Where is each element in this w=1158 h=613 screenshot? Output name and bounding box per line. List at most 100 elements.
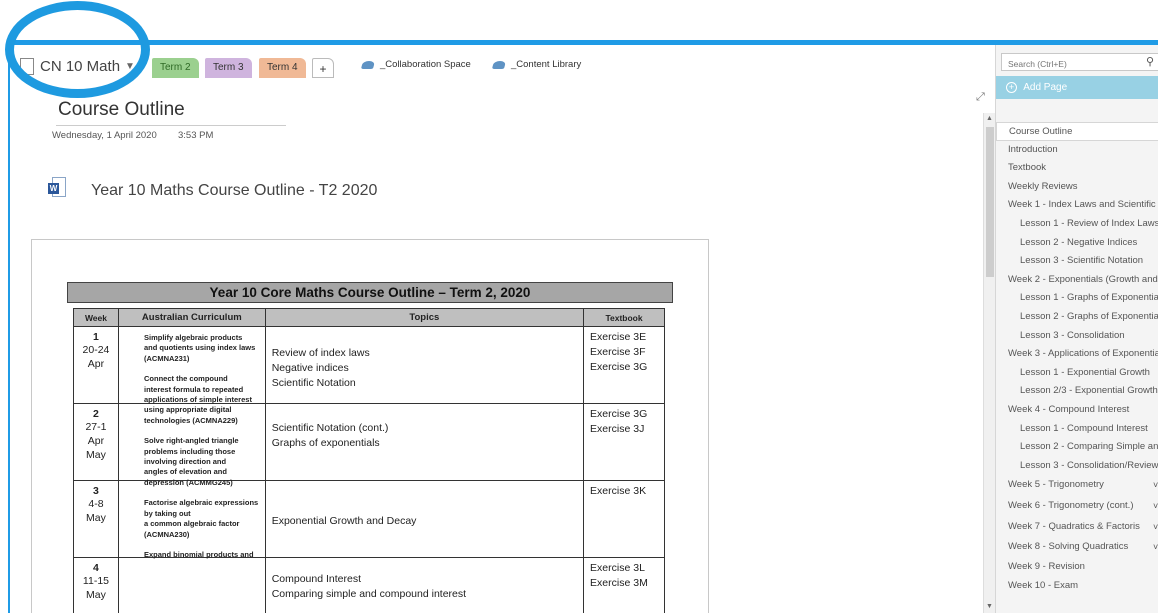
header-topics: Topics bbox=[264, 308, 585, 327]
page-item[interactable]: Week 1 - Index Laws and Scientific bbox=[996, 196, 1158, 215]
add-page-button[interactable]: + Add Page bbox=[996, 76, 1158, 99]
header-curriculum: Australian Curriculum bbox=[117, 308, 266, 327]
notebook-selector[interactable]: CN 10 Math ▼ bbox=[20, 55, 135, 77]
topic: Exponential Growth and Decay bbox=[271, 515, 417, 527]
curriculum-line: and quotients using index laws bbox=[144, 343, 256, 353]
page-item[interactable]: Week 2 - Exponentials (Growth and bbox=[996, 271, 1158, 290]
search-icon[interactable]: ⚲ bbox=[1146, 55, 1154, 68]
page-canvas[interactable]: ⤢ Course Outline Wednesday, 1 April 2020… bbox=[10, 83, 995, 613]
section-content-library[interactable]: _Content Library bbox=[491, 59, 581, 70]
subpage-item[interactable]: Lesson 2 - Graphs of Exponentials bbox=[996, 308, 1158, 327]
topic: Review of index laws bbox=[271, 347, 370, 359]
topic: Comparing simple and compound interest bbox=[271, 588, 467, 600]
curriculum-line: depression (ACMMG245) bbox=[144, 477, 233, 487]
subpage-item[interactable]: Lesson 3 - Scientific Notation bbox=[996, 252, 1158, 271]
subpage-item[interactable]: Lesson 1 - Review of Index Laws bbox=[996, 215, 1158, 234]
page-item[interactable]: Week 9 - Revision bbox=[996, 558, 1158, 577]
page-item[interactable]: Week 6 - Trigonometry (cont.) ˅ bbox=[996, 496, 1158, 517]
vertical-scrollbar[interactable]: ▲ ▼ bbox=[983, 113, 995, 613]
subpage-item[interactable]: Lesson 2 - Negative Indices bbox=[996, 234, 1158, 253]
page-item-label: Course Outline bbox=[1009, 126, 1073, 137]
topics-cell: Compound Interest Comparing simple and co… bbox=[264, 557, 585, 613]
curriculum-line: Solve right-angled triangle bbox=[144, 436, 239, 446]
exercise: Exercise 3J bbox=[590, 423, 645, 435]
chevron-down-icon[interactable]: ˅ bbox=[1153, 537, 1158, 558]
section-collaboration-space[interactable]: _Collaboration Space bbox=[360, 59, 471, 70]
curriculum-cell bbox=[117, 557, 266, 613]
week-dates: 4-8 bbox=[88, 498, 104, 510]
subpage-item[interactable]: Lesson 3 - Consolidation bbox=[996, 327, 1158, 346]
exercise: Exercise 3G bbox=[590, 361, 648, 373]
page-item[interactable]: Course Outline bbox=[996, 122, 1158, 141]
file-printout[interactable]: Year 10 Core Maths Course Outline – Term… bbox=[31, 239, 709, 613]
page-item[interactable]: Week 7 - Quadratics & Factoris ˅ bbox=[996, 517, 1158, 538]
page-item[interactable]: Week 5 - Trigonometry ˅ bbox=[996, 475, 1158, 496]
week-dates: 27-1 bbox=[85, 421, 107, 433]
page-item[interactable]: Week 4 - Compound Interest bbox=[996, 401, 1158, 420]
week-dates: Apr bbox=[87, 358, 105, 370]
exercise: Exercise 3G bbox=[590, 408, 648, 420]
page-title[interactable]: Course Outline bbox=[58, 99, 185, 121]
curriculum-text: Simplify algebraic products and quotients… bbox=[144, 333, 290, 560]
topic: Scientific Notation bbox=[271, 377, 356, 389]
word-document-icon[interactable]: W bbox=[48, 177, 66, 199]
curriculum-line: angles of elevation and bbox=[144, 467, 227, 477]
scroll-thumb[interactable] bbox=[986, 127, 994, 277]
subpage-item[interactable]: Lesson 2 - Comparing Simple and bbox=[996, 438, 1158, 457]
subpage-item[interactable]: Lesson 1 - Exponential Growth bbox=[996, 364, 1158, 383]
week-number: 4 bbox=[93, 562, 99, 574]
curriculum-line: Expand binomial products and bbox=[144, 549, 254, 559]
page-item-label: Lesson 3 - Scientific Notation bbox=[1020, 255, 1144, 267]
week-cell: 3 4-8 May bbox=[73, 480, 119, 558]
title-underline bbox=[56, 125, 286, 126]
page-item[interactable]: Textbook bbox=[996, 159, 1158, 178]
curriculum-line: (ACMNA230) bbox=[144, 529, 190, 539]
textbook-cell: Exercise 3L Exercise 3M bbox=[583, 557, 665, 613]
chevron-down-icon[interactable]: ˅ bbox=[1153, 496, 1158, 517]
curriculum-line bbox=[144, 488, 290, 498]
scroll-down-icon[interactable]: ▼ bbox=[986, 603, 993, 610]
page-item-label: Textbook bbox=[1008, 162, 1047, 174]
chevron-down-icon[interactable]: ˅ bbox=[1153, 475, 1158, 496]
add-section-button[interactable]: + bbox=[312, 58, 334, 78]
plus-icon: + bbox=[1006, 82, 1017, 93]
curriculum-line: Factorise algebraic expressions bbox=[144, 498, 259, 508]
topic: Negative indices bbox=[271, 362, 349, 374]
expand-icon[interactable]: ⤢ bbox=[976, 91, 985, 104]
curriculum-line: Simplify algebraic products bbox=[144, 333, 243, 342]
search-input[interactable] bbox=[1002, 56, 1142, 72]
tab-term-3[interactable]: Term 3 bbox=[205, 58, 252, 78]
page-item-label: Week 9 - Revision bbox=[1008, 561, 1085, 573]
week-dates: 20-24 bbox=[82, 344, 110, 356]
page-item[interactable]: Introduction bbox=[996, 141, 1158, 160]
page-item-label: Lesson 2 - Graphs of Exponentials bbox=[1020, 310, 1158, 322]
scroll-up-icon[interactable]: ▲ bbox=[986, 115, 993, 122]
page-time: 3:53 PM bbox=[178, 130, 214, 141]
curriculum-line: involving direction and bbox=[144, 457, 227, 467]
attachment-title[interactable]: Year 10 Maths Course Outline - T2 2020 bbox=[91, 182, 377, 200]
notebook-name: CN 10 Math bbox=[40, 57, 121, 75]
page-item[interactable]: Week 3 - Applications of Exponentials bbox=[996, 345, 1158, 364]
topic: Compound Interest bbox=[271, 573, 361, 585]
tab-term-2[interactable]: Term 2 bbox=[152, 58, 199, 78]
subpage-item[interactable]: Lesson 3 - Consolidation/Review bbox=[996, 457, 1158, 476]
subpage-item[interactable]: Lesson 1 - Compound Interest bbox=[996, 420, 1158, 439]
chevron-down-icon[interactable]: ˅ bbox=[1153, 517, 1158, 538]
page-item-label: Week 1 - Index Laws and Scientific bbox=[1008, 199, 1156, 211]
page-item-label: Weekly Reviews bbox=[1008, 180, 1078, 192]
subpage-item[interactable]: Lesson 2/3 - Exponential Growth bbox=[996, 382, 1158, 401]
subpage-item[interactable]: Lesson 1 - Graphs of Exponentials bbox=[996, 289, 1158, 308]
topics-cell: Scientific Notation (cont.) Graphs of exp… bbox=[264, 403, 585, 481]
page-item[interactable]: Weekly Reviews bbox=[996, 178, 1158, 197]
page-item-label: Lesson 1 - Graphs of Exponentials bbox=[1020, 292, 1158, 304]
curriculum-line: problems including those bbox=[144, 446, 236, 456]
page-item[interactable]: Week 10 - Exam bbox=[996, 577, 1158, 596]
page-item-label: Week 6 - Trigonometry (cont.) bbox=[1008, 499, 1134, 511]
week-dates: May bbox=[86, 589, 106, 601]
search-box[interactable]: ⚲ bbox=[1001, 53, 1158, 72]
page-item-label: Introduction bbox=[1008, 143, 1058, 155]
page-item[interactable]: Week 8 - Solving Quadratics ˅ bbox=[996, 537, 1158, 558]
page-item-label: Week 5 - Trigonometry bbox=[1008, 479, 1104, 491]
week-cell: 2 27-1 Apr May bbox=[73, 403, 119, 481]
tab-term-4[interactable]: Term 4 bbox=[259, 58, 306, 78]
